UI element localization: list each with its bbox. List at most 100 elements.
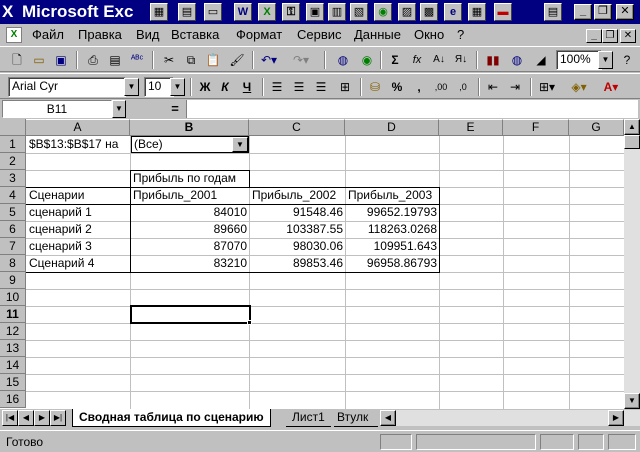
web-toolbar-icon[interactable]: ◍ <box>332 50 354 70</box>
scroll-up-arrow-icon[interactable]: ▲ <box>624 119 640 135</box>
cell-b6[interactable]: 89660 <box>131 221 249 238</box>
font-color-icon[interactable]: A▾ <box>600 77 622 97</box>
zoom-dropdown-chevron-down-icon[interactable]: ▼ <box>598 51 613 69</box>
font-name-combo[interactable]: Arial Cyr <box>8 77 126 97</box>
undo-icon[interactable]: ↶▾ <box>258 50 280 70</box>
decrease-decimal-button[interactable]: ,0 <box>452 77 474 97</box>
cell-a1[interactable]: $B$13:$B$17 на <box>27 136 130 153</box>
cell-c4[interactable]: Прибыль_2002 <box>250 187 345 204</box>
column-header-e[interactable]: E <box>439 119 503 136</box>
taskbar-excel-icon[interactable]: X <box>258 3 276 21</box>
column-header-d[interactable]: D <box>345 119 439 136</box>
active-cell-selection[interactable] <box>130 305 251 324</box>
drawing-icon[interactable]: ◢ <box>530 50 552 70</box>
function-icon[interactable]: fx <box>406 50 428 70</box>
worksheet-grid[interactable]: A B C D E F G 1 2 3 4 5 6 7 8 9 10 11 12… <box>0 119 624 409</box>
row-header[interactable]: 8 <box>0 255 26 272</box>
spelling-icon[interactable]: ᴬᴮᶜ <box>126 50 148 70</box>
menu-insert[interactable]: Вставка <box>171 27 219 43</box>
chart-wizard-icon[interactable]: ▮▮ <box>482 50 504 70</box>
merge-center-icon[interactable]: ⊞ <box>334 77 356 97</box>
taskbar-app-icon[interactable]: ▣ <box>306 3 324 21</box>
cell-d8[interactable]: 96958.86793 <box>346 255 439 272</box>
cell-a5[interactable]: сценарий 1 <box>27 204 130 221</box>
horizontal-scrollbar[interactable]: ◀ ▶ <box>380 410 640 426</box>
row-header[interactable]: 6 <box>0 221 26 238</box>
print-icon[interactable]: ⎙ <box>82 50 104 70</box>
vertical-scrollbar[interactable]: ▲ ▼ <box>624 119 640 409</box>
sort-descending-icon[interactable]: Я↓ <box>450 50 472 70</box>
taskbar-folder-icon[interactable]: ▭ <box>204 3 222 21</box>
cell-c7[interactable]: 98030.06 <box>250 238 345 255</box>
formula-input[interactable] <box>186 100 638 118</box>
cut-icon[interactable]: ✂ <box>158 50 180 70</box>
cell-b5[interactable]: 84010 <box>131 204 249 221</box>
row-header[interactable]: 15 <box>0 374 26 391</box>
new-icon[interactable]: 🗋 <box>6 50 28 70</box>
row-header[interactable]: 13 <box>0 340 26 357</box>
last-sheet-icon[interactable]: ▶| <box>50 410 66 426</box>
taskbar-app-icon[interactable]: ▬ <box>494 3 512 21</box>
copy-icon[interactable]: ⧉ <box>180 50 202 70</box>
cell-a7[interactable]: сценарий 3 <box>27 238 130 255</box>
taskbar-app-icon[interactable]: ▤ <box>544 3 562 21</box>
row-header[interactable]: 5 <box>0 204 26 221</box>
sheet-tab-vtulk[interactable]: Втулк <box>334 409 378 427</box>
fill-color-icon[interactable]: ◈▾ <box>568 77 590 97</box>
row-header[interactable]: 3 <box>0 170 26 187</box>
row-header[interactable]: 12 <box>0 323 26 340</box>
vertical-scroll-thumb[interactable] <box>624 135 640 149</box>
column-header-f[interactable]: F <box>503 119 569 136</box>
taskbar-word-icon[interactable]: W <box>234 3 252 21</box>
increase-decimal-button[interactable]: ,00 <box>430 77 452 97</box>
menu-view[interactable]: Вид <box>136 27 160 43</box>
print-preview-icon[interactable]: ▤ <box>104 50 126 70</box>
office-assistant-icon[interactable]: ? <box>616 50 638 70</box>
open-icon[interactable]: ▭ <box>28 50 50 70</box>
font-name-chevron-down-icon[interactable]: ▼ <box>124 78 139 96</box>
cell-c5[interactable]: 91548.46 <box>250 204 345 221</box>
format-painter-icon[interactable]: 🖌 <box>226 50 248 70</box>
save-icon[interactable]: ▣ <box>50 50 72 70</box>
taskbar-app-icon[interactable]: ▩ <box>420 3 438 21</box>
cell-d6[interactable]: 118263.0268 <box>346 221 439 238</box>
row-header[interactable]: 14 <box>0 357 26 374</box>
borders-icon[interactable]: ⊞▾ <box>536 77 558 97</box>
taskbar-app-icon[interactable]: ◉ <box>374 3 392 21</box>
select-all-corner[interactable] <box>0 119 26 136</box>
taskbar-app-icon[interactable]: ▤ <box>178 3 196 21</box>
minimize-button[interactable]: _ <box>574 4 592 20</box>
menu-data[interactable]: Данные <box>354 27 401 43</box>
column-header-c[interactable]: C <box>249 119 345 136</box>
menu-help[interactable]: ? <box>457 27 464 43</box>
next-sheet-icon[interactable]: ▶ <box>34 410 50 426</box>
cell-b8[interactable]: 83210 <box>131 255 249 272</box>
restore-button[interactable]: ❐ <box>594 4 612 20</box>
cell-c8[interactable]: 89853.46 <box>250 255 345 272</box>
taskbar-app-icon[interactable]: ▦ <box>150 3 168 21</box>
cell-d5[interactable]: 99652.19793 <box>346 204 439 221</box>
row-header[interactable]: 4 <box>0 187 26 204</box>
bold-button[interactable]: Ж <box>194 77 216 97</box>
autosum-icon[interactable]: Σ <box>384 50 406 70</box>
cell-b4[interactable]: Прибыль_2001 <box>131 187 249 204</box>
row-header[interactable]: 9 <box>0 272 26 289</box>
italic-button[interactable]: К <box>214 77 236 97</box>
menu-format[interactable]: Формат <box>236 27 282 43</box>
taskbar-app-icon[interactable]: ▥ <box>328 3 346 21</box>
paste-icon[interactable]: 📋 <box>202 50 224 70</box>
prev-sheet-icon[interactable]: ◀ <box>18 410 34 426</box>
edit-formula-button[interactable]: = <box>168 100 182 118</box>
scroll-left-arrow-icon[interactable]: ◀ <box>380 410 396 426</box>
menu-edit[interactable]: Правка <box>78 27 122 43</box>
zoom-combo[interactable]: 100% <box>556 50 602 70</box>
redo-icon[interactable]: ↷▾ <box>290 50 312 70</box>
decrease-indent-icon[interactable]: ⇤ <box>482 77 504 97</box>
align-right-icon[interactable]: ☰ <box>310 77 332 97</box>
doc-minimize-button[interactable]: _ <box>586 29 602 43</box>
menu-file[interactable]: Файл <box>32 27 64 43</box>
page-field-chevron-down-icon[interactable]: ▼ <box>232 137 248 152</box>
taskbar-app-icon[interactable]: ▦ <box>468 3 486 21</box>
row-header[interactable]: 16 <box>0 391 26 408</box>
row-header[interactable]: 11 <box>0 306 26 323</box>
